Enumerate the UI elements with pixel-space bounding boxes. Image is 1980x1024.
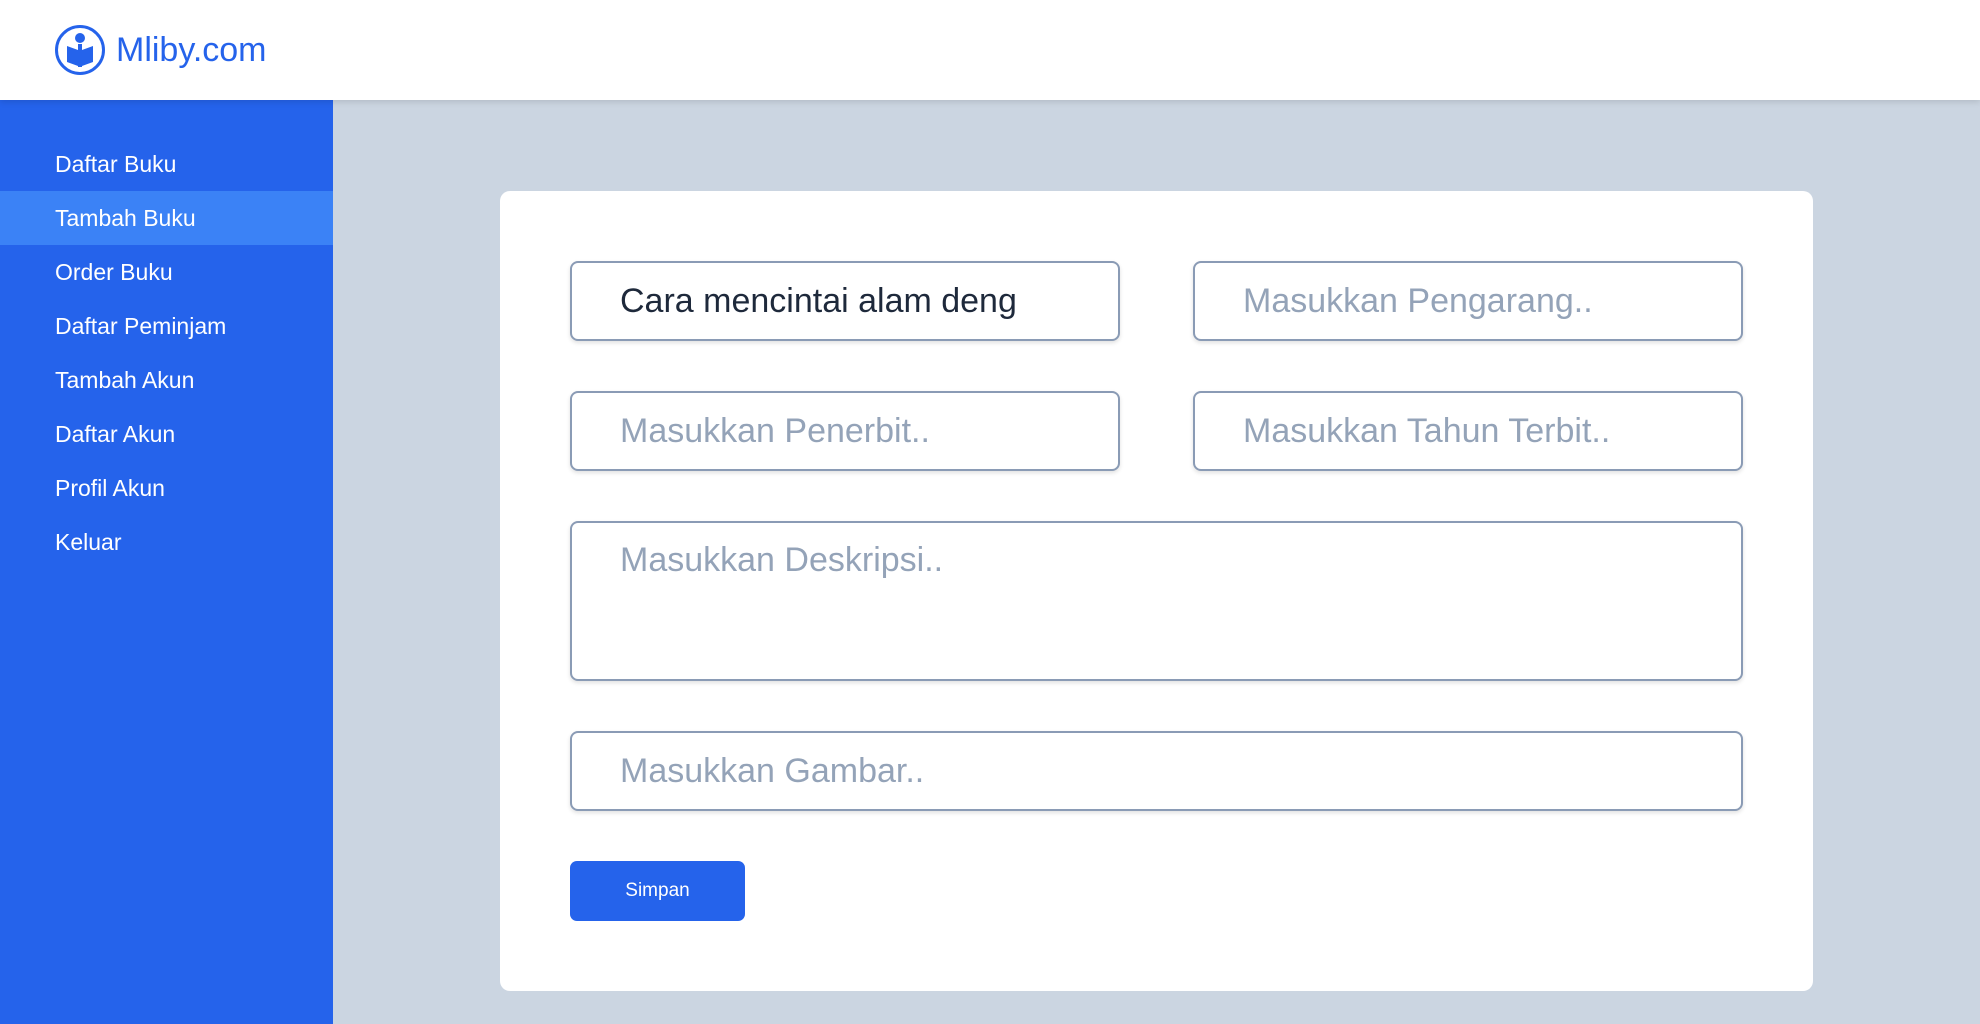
save-button[interactable]: Simpan (570, 861, 745, 921)
sidebar: Daftar Buku Tambah Buku Order Buku Dafta… (0, 100, 333, 1024)
sidebar-item-daftar-akun[interactable]: Daftar Akun (0, 407, 333, 461)
title-input[interactable]: Cara mencintai alam deng (570, 261, 1120, 341)
publisher-input[interactable]: Masukkan Penerbit.. (570, 391, 1120, 471)
sidebar-item-keluar[interactable]: Keluar (0, 515, 333, 569)
description-textarea[interactable]: Masukkan Deskripsi.. (570, 521, 1743, 681)
sidebar-item-tambah-akun[interactable]: Tambah Akun (0, 353, 333, 407)
sidebar-item-daftar-buku[interactable]: Daftar Buku (0, 137, 333, 191)
main-content: Cara mencintai alam deng Masukkan Pengar… (333, 100, 1980, 1024)
author-input[interactable]: Masukkan Pengarang.. (1193, 261, 1743, 341)
brand-name[interactable]: Mliby.com (116, 31, 267, 70)
sidebar-item-profil-akun[interactable]: Profil Akun (0, 461, 333, 515)
sidebar-item-tambah-buku[interactable]: Tambah Buku (0, 191, 333, 245)
sidebar-item-daftar-peminjam[interactable]: Daftar Peminjam (0, 299, 333, 353)
reader-icon (55, 25, 105, 75)
add-book-form-card: Cara mencintai alam deng Masukkan Pengar… (500, 191, 1813, 991)
top-header: Mliby.com (0, 0, 1980, 100)
sidebar-item-order-buku[interactable]: Order Buku (0, 245, 333, 299)
year-input[interactable]: Masukkan Tahun Terbit.. (1193, 391, 1743, 471)
image-input[interactable]: Masukkan Gambar.. (570, 731, 1743, 811)
